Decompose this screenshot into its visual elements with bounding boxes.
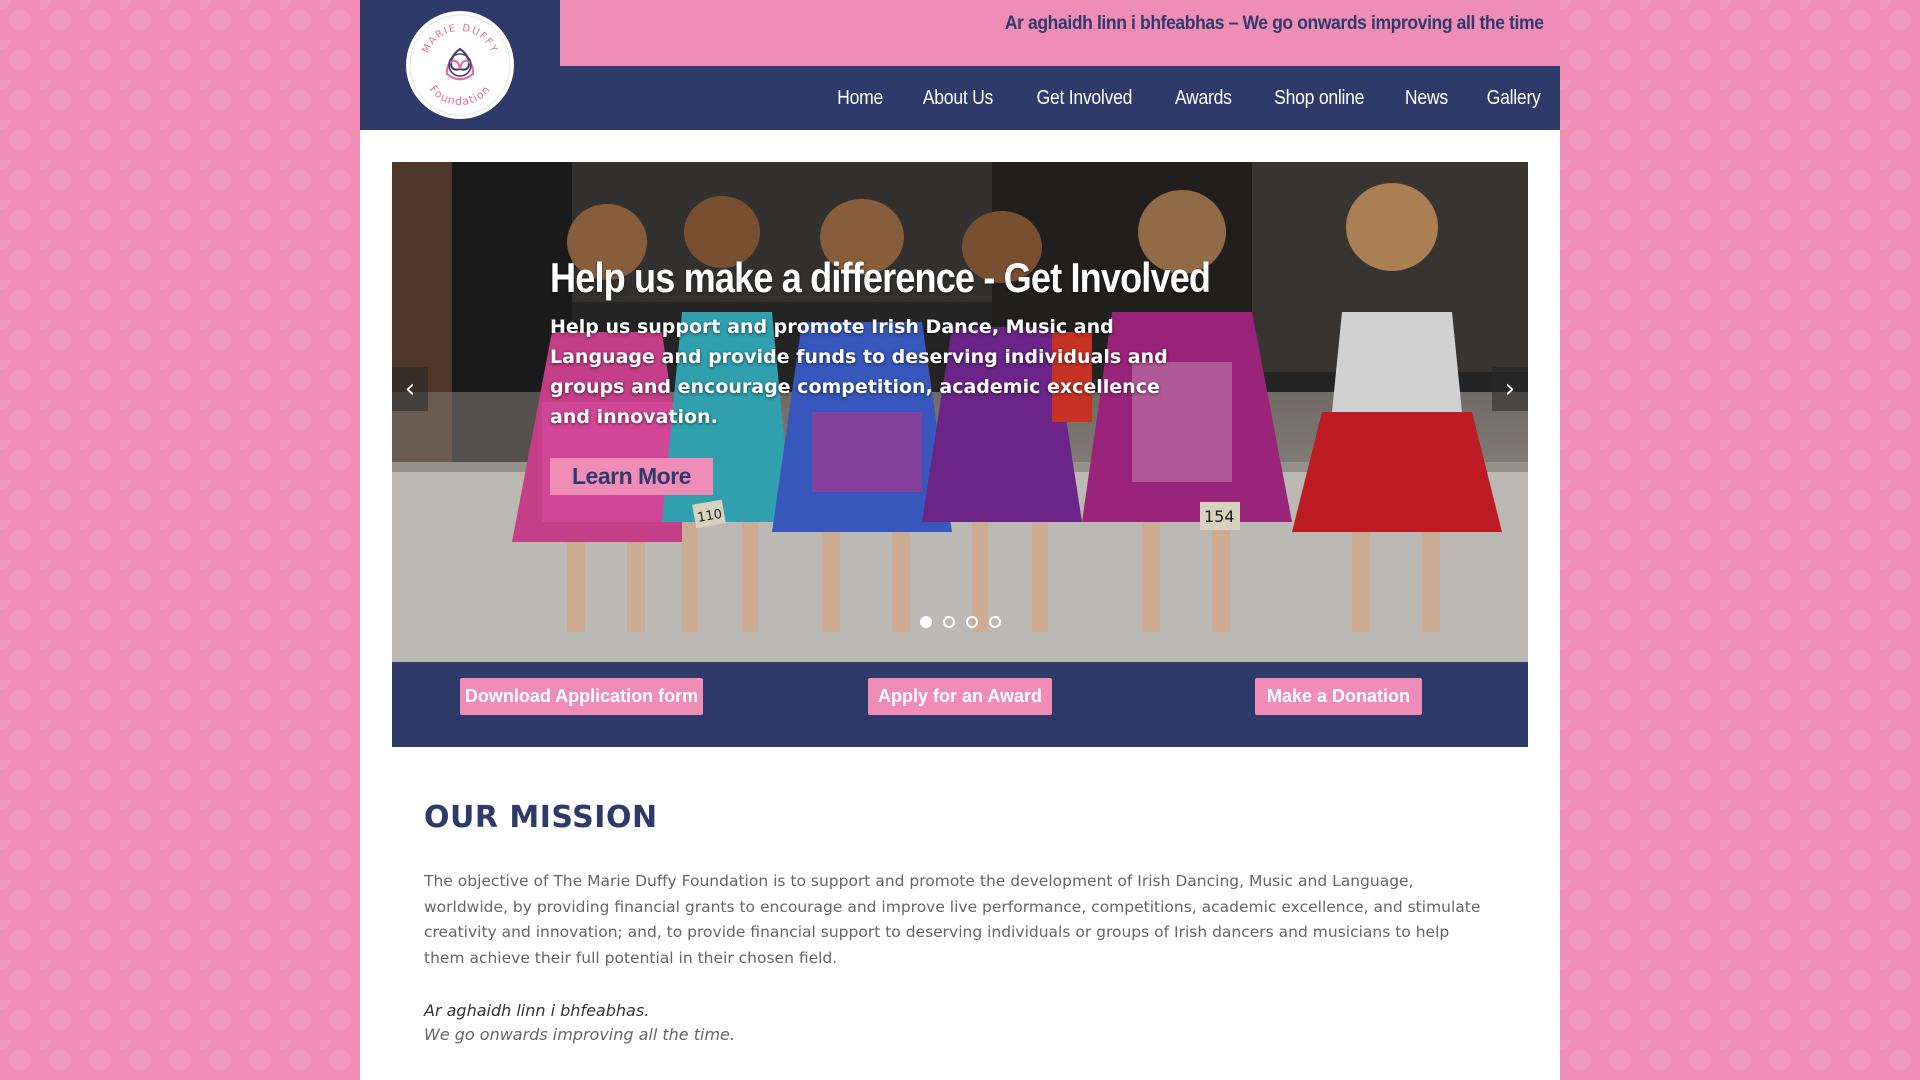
slider-next-button[interactable]: › bbox=[1492, 367, 1528, 411]
site-header: MARIE DUFFY Foundation Ar aghaidh linn i… bbox=[360, 0, 1560, 130]
triquetra-logo-icon: MARIE DUFFY Foundation bbox=[408, 13, 512, 117]
nav-item-get-involved[interactable]: Get Involved bbox=[1037, 87, 1133, 110]
slider-dot-4[interactable] bbox=[988, 616, 1001, 628]
slider-dot-3[interactable] bbox=[965, 616, 978, 628]
motto-irish: Ar aghaidh linn i bhfeabhas. bbox=[424, 1001, 650, 1020]
download-application-form-button[interactable]: Download Application form bbox=[460, 678, 703, 715]
page-container: MARIE DUFFY Foundation Ar aghaidh linn i… bbox=[360, 0, 1560, 1080]
nav-item-shop-online[interactable]: Shop online bbox=[1274, 87, 1364, 110]
chevron-left-icon: ‹ bbox=[404, 374, 416, 404]
site-tagline: Ar aghaidh linn i bhfeabhas – We go onwa… bbox=[1005, 13, 1544, 34]
make-donation-button[interactable]: Make a Donation bbox=[1255, 678, 1422, 715]
slider-dot-1[interactable] bbox=[919, 616, 932, 628]
mission-section: OUR MISSION The objective of The Marie D… bbox=[424, 800, 1484, 1044]
mission-text: The objective of The Marie Duffy Foundat… bbox=[424, 872, 1481, 967]
nav-item-news[interactable]: News bbox=[1405, 87, 1448, 110]
slide-caption: Help us make a difference - Get Involved… bbox=[550, 254, 1211, 495]
nav-item-awards[interactable]: Awards bbox=[1175, 87, 1232, 110]
main-nav: Home About Us Get Involved Awards Shop o… bbox=[560, 66, 1560, 130]
slide-text: Help us support and promote Irish Dance,… bbox=[550, 316, 1168, 428]
nav-item-gallery[interactable]: Gallery bbox=[1486, 87, 1540, 110]
motto-english: We go onwards improving all the time. bbox=[424, 1025, 735, 1044]
hero-slider: 110 154 Help us make a difference - Get … bbox=[392, 162, 1528, 662]
logo-block[interactable]: MARIE DUFFY Foundation bbox=[360, 0, 560, 130]
apply-for-award-button[interactable]: Apply for an Award bbox=[868, 678, 1052, 715]
nav-item-home[interactable]: Home bbox=[837, 87, 883, 110]
slide-title: Help us make a difference - Get Involved bbox=[550, 254, 1211, 301]
action-bar: Download Application form Apply for an A… bbox=[392, 662, 1528, 747]
learn-more-button[interactable]: Learn More bbox=[550, 458, 713, 495]
foundation-logo[interactable]: MARIE DUFFY Foundation bbox=[406, 11, 514, 119]
nav-item-about-us[interactable]: About Us bbox=[923, 87, 994, 110]
mission-title: OUR MISSION bbox=[424, 800, 658, 835]
slider-prev-button[interactable]: ‹ bbox=[392, 367, 428, 411]
slider-dots bbox=[392, 616, 1528, 628]
chevron-right-icon: › bbox=[1504, 374, 1516, 404]
slider-dot-2[interactable] bbox=[942, 616, 955, 628]
